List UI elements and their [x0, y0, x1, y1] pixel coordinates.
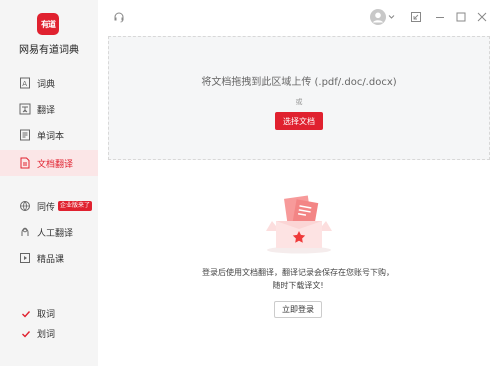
dictionary-icon: A: [19, 77, 31, 89]
login-button[interactable]: 立即登录: [274, 301, 322, 318]
simultaneous-interpretation-icon: [19, 200, 31, 212]
file-drop-zone[interactable]: 将文档拖拽到此区域上传 (.pdf/.doc/.docx) 或 选择文档: [108, 36, 490, 160]
sidebar-item-label: 词典: [37, 79, 56, 90]
checkmark-icon: [21, 329, 31, 339]
wordbook-icon: [19, 129, 31, 141]
human-translation-icon: [19, 226, 31, 238]
translate-icon: [19, 103, 31, 115]
app-title: 网易有道词典: [19, 45, 79, 56]
select-word-label: 划词: [37, 330, 56, 340]
close-icon[interactable]: [477, 12, 487, 22]
document-box-illustration: [262, 193, 336, 255]
mini-mode-icon[interactable]: [411, 12, 421, 22]
chevron-down-icon[interactable]: [388, 14, 395, 20]
app-logo: 有道: [37, 13, 59, 35]
svg-text:A: A: [22, 80, 27, 88]
headset-icon[interactable]: [113, 11, 125, 23]
pick-word-checkbox[interactable]: 取词: [21, 307, 55, 320]
sidebar-item-translate[interactable]: 翻译: [0, 96, 98, 122]
sidebar-item-dictionary[interactable]: A 词典: [0, 70, 98, 96]
minimize-icon[interactable]: [435, 12, 445, 22]
pick-word-label: 取词: [37, 310, 56, 320]
document-translate-icon: [19, 157, 31, 169]
sidebar-item-label: 同传: [37, 202, 56, 213]
maximize-icon[interactable]: [456, 12, 466, 22]
course-icon: [19, 252, 31, 264]
select-word-checkbox[interactable]: 划词: [21, 327, 55, 340]
sidebar: 有道 网易有道词典 A 词典 翻译 单词本 文档翻译 同传 企业版来了 人工翻译…: [0, 0, 98, 366]
sidebar-item-label: 人工翻译: [37, 228, 74, 239]
checkmark-icon: [21, 309, 31, 319]
avatar-icon[interactable]: [370, 9, 386, 25]
sidebar-item-label: 文档翻译: [37, 159, 74, 170]
sidebar-item-course[interactable]: 精品课: [0, 245, 98, 271]
sidebar-item-human-translation[interactable]: 人工翻译: [0, 219, 98, 245]
sidebar-item-label: 单词本: [37, 131, 65, 142]
sidebar-item-label: 翻译: [37, 105, 56, 116]
enterprise-badge: 企业版来了: [58, 201, 93, 211]
sidebar-item-wordbook[interactable]: 单词本: [0, 122, 98, 148]
sidebar-item-simultaneous[interactable]: 同传 企业版来了: [0, 193, 98, 219]
login-tip-line2: 随时下载译文!: [272, 281, 324, 290]
choose-document-button[interactable]: 选择文档: [275, 112, 323, 130]
login-tip-line1: 登录后使用文档翻译，翻译记录会保存在您账号下购，: [202, 268, 394, 277]
sidebar-item-document-translate[interactable]: 文档翻译: [0, 150, 98, 176]
sidebar-item-label: 精品课: [37, 254, 65, 265]
drop-hint-text: 将文档拖拽到此区域上传 (.pdf/.doc/.docx): [201, 77, 397, 88]
or-text: 或: [295, 98, 303, 106]
